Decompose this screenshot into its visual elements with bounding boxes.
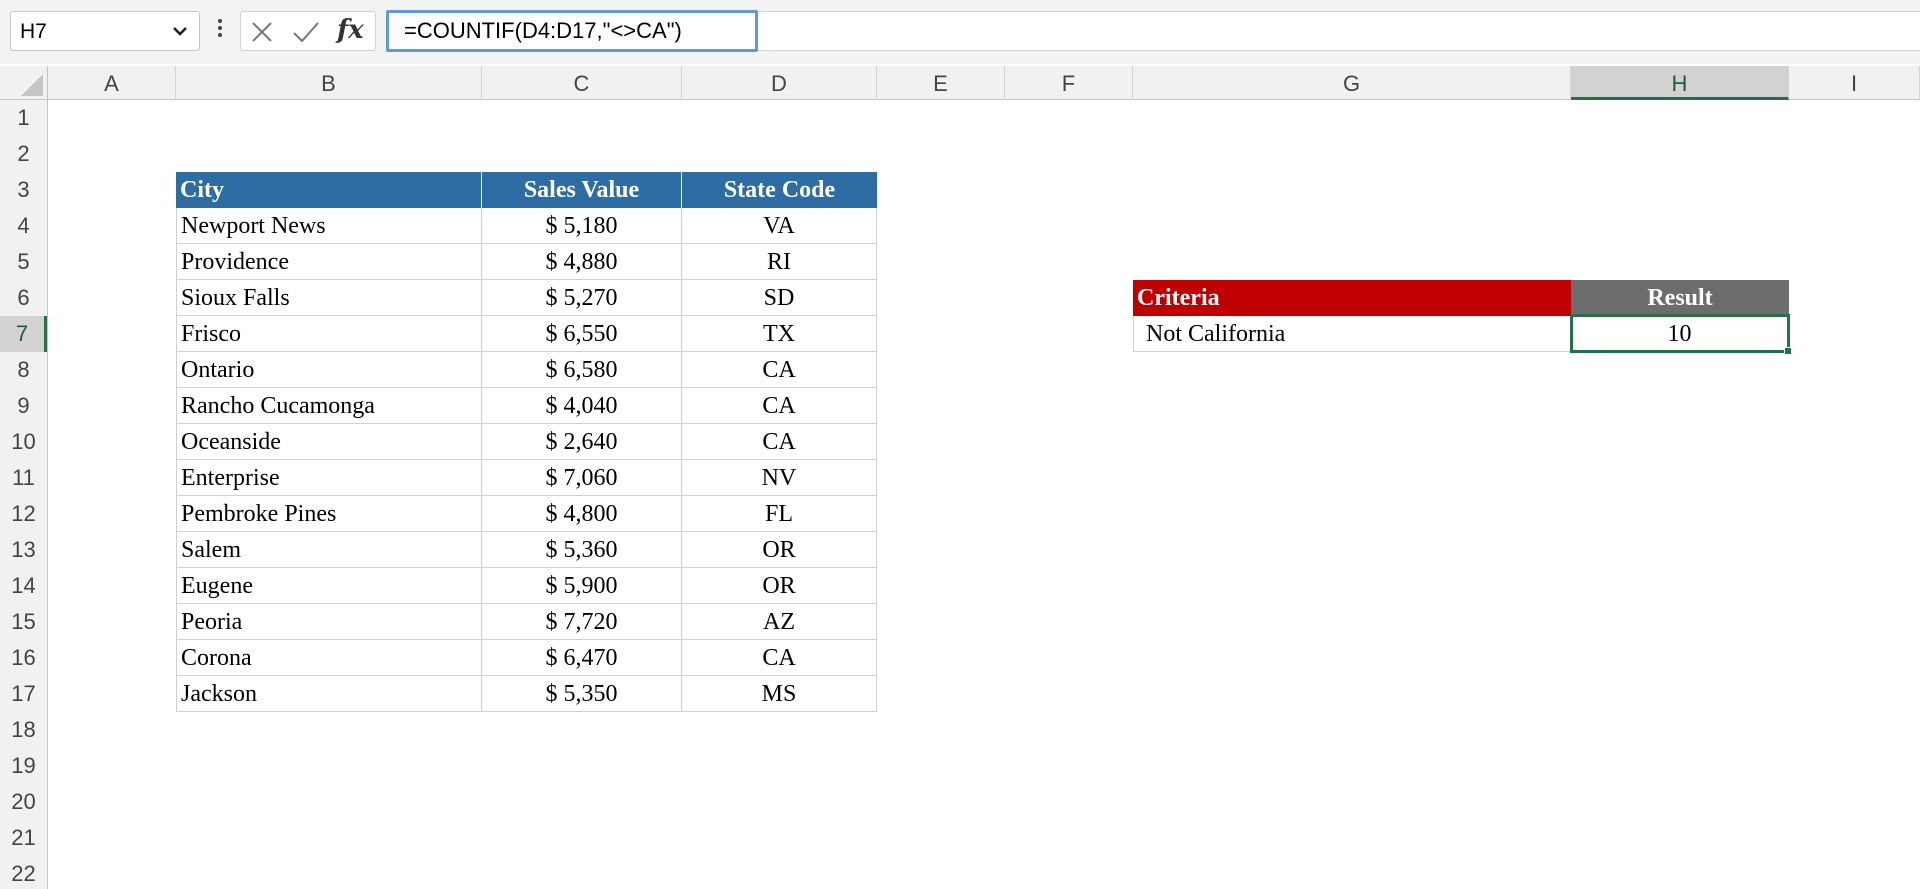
city-cell[interactable]: Sioux Falls [176, 280, 482, 316]
row-header[interactable]: 13 [0, 532, 47, 568]
city-cell[interactable]: Eugene [176, 568, 482, 604]
row-header[interactable]: 16 [0, 640, 47, 676]
row-header[interactable]: 21 [0, 820, 47, 856]
row-header[interactable]: 8 [0, 352, 47, 388]
city-cell[interactable]: Oceanside [176, 424, 482, 460]
column-header-h[interactable]: H [1571, 66, 1789, 100]
state-code-cell[interactable]: CA [682, 640, 877, 676]
row-header[interactable]: 19 [0, 748, 47, 784]
sales-value-cell[interactable]: $ 4,040 [482, 388, 682, 424]
sales-value-cell[interactable]: $ 5,360 [482, 532, 682, 568]
city-cell[interactable]: Frisco [176, 316, 482, 352]
row-header[interactable]: 12 [0, 496, 47, 532]
state-code-cell[interactable]: OR [682, 532, 877, 568]
column-header-e[interactable]: E [877, 66, 1005, 100]
sales-value-cell[interactable]: $ 5,900 [482, 568, 682, 604]
sales-value-header[interactable]: Sales Value [482, 172, 682, 208]
column-header-b[interactable]: B [176, 66, 482, 100]
selected-cell-outline [1570, 314, 1790, 353]
state-code-cell[interactable]: AZ [682, 604, 877, 640]
column-header-c[interactable]: C [482, 66, 682, 100]
row-header[interactable]: 1 [0, 100, 47, 136]
state-code-cell[interactable]: VA [682, 208, 877, 244]
row-header[interactable]: 14 [0, 568, 47, 604]
column-header-d[interactable]: D [682, 66, 877, 100]
state-code-cell[interactable]: FL [682, 496, 877, 532]
cancel-icon[interactable] [249, 19, 275, 45]
row-header[interactable]: 4 [0, 208, 47, 244]
city-cell[interactable]: Ontario [176, 352, 482, 388]
state-code-cell[interactable]: OR [682, 568, 877, 604]
sales-value-cell[interactable]: $ 6,580 [482, 352, 682, 388]
more-options-icon[interactable] [213, 16, 227, 46]
name-box-value: H7 [20, 20, 47, 43]
sales-value-cell[interactable]: $ 7,060 [482, 460, 682, 496]
column-header-i[interactable]: I [1789, 66, 1920, 100]
city-cell[interactable]: Newport News [176, 208, 482, 244]
city-header[interactable]: City [176, 172, 482, 208]
row-header[interactable]: 5 [0, 244, 47, 280]
state-code-cell[interactable]: SD [682, 280, 877, 316]
fx-icon[interactable]: fx [337, 15, 364, 45]
row-header[interactable]: 20 [0, 784, 47, 820]
state-code-cell[interactable]: TX [682, 316, 877, 352]
city-cell[interactable]: Pembroke Pines [176, 496, 482, 532]
result-header[interactable]: Result [1571, 280, 1789, 316]
formula-text[interactable]: =COUNTIF(D4:D17,"<>CA") [404, 18, 682, 44]
sales-value-cell[interactable]: $ 5,350 [482, 676, 682, 712]
column-header-g[interactable]: G [1133, 66, 1571, 100]
row-header[interactable]: 6 [0, 280, 47, 316]
row-header[interactable]: 3 [0, 172, 47, 208]
sales-value-cell[interactable]: $ 2,640 [482, 424, 682, 460]
row-header-selected[interactable]: 7 [0, 316, 47, 352]
city-cell[interactable]: Providence [176, 244, 482, 280]
sales-value-cell[interactable]: $ 5,180 [482, 208, 682, 244]
state-code-header[interactable]: State Code [682, 172, 877, 208]
column-headers: A B C D E F G H I [0, 66, 1920, 100]
state-code-cell[interactable]: NV [682, 460, 877, 496]
row-header[interactable]: 15 [0, 604, 47, 640]
city-cell[interactable]: Enterprise [176, 460, 482, 496]
row-header[interactable]: 22 [0, 856, 47, 889]
sales-value-cell[interactable]: $ 7,720 [482, 604, 682, 640]
row-header[interactable]: 18 [0, 712, 47, 748]
row-header[interactable]: 17 [0, 676, 47, 712]
row-header[interactable]: 2 [0, 136, 47, 172]
state-code-cell[interactable]: RI [682, 244, 877, 280]
sales-value-cell[interactable]: $ 6,470 [482, 640, 682, 676]
row-header[interactable]: 10 [0, 424, 47, 460]
state-code-cell[interactable]: MS [682, 676, 877, 712]
city-cell[interactable]: Rancho Cucamonga [176, 388, 482, 424]
name-box[interactable]: H7 [10, 11, 200, 51]
formula-buttons: fx [240, 11, 376, 51]
fill-handle[interactable] [1784, 347, 1792, 355]
criteria-value[interactable]: Not California [1133, 316, 1571, 352]
sales-value-cell[interactable]: $ 6,550 [482, 316, 682, 352]
city-cell[interactable]: Corona [176, 640, 482, 676]
state-code-cell[interactable]: CA [682, 424, 877, 460]
formula-bar: H7 fx =COUNTIF(D4:D17,"<>CA") [0, 0, 1920, 64]
select-all-button[interactable] [0, 66, 48, 100]
sales-value-cell[interactable]: $ 5,270 [482, 280, 682, 316]
column-header-f[interactable]: F [1005, 66, 1133, 100]
sales-value-cell[interactable]: $ 4,880 [482, 244, 682, 280]
state-code-cell[interactable]: CA [682, 388, 877, 424]
city-cell[interactable]: Peoria [176, 604, 482, 640]
criteria-header[interactable]: Criteria [1133, 280, 1571, 316]
city-cell[interactable]: Salem [176, 532, 482, 568]
row-headers: 1 2 3 4 5 6 7 8 9 10 11 12 13 14 15 16 1… [0, 100, 48, 889]
sales-value-cell[interactable]: $ 4,800 [482, 496, 682, 532]
state-code-cell[interactable]: CA [682, 352, 877, 388]
row-header[interactable]: 9 [0, 388, 47, 424]
row-header[interactable]: 11 [0, 460, 47, 496]
chevron-down-icon[interactable] [169, 20, 191, 42]
city-cell[interactable]: Jackson [176, 676, 482, 712]
enter-icon[interactable] [291, 19, 321, 45]
column-header-a[interactable]: A [48, 66, 176, 100]
